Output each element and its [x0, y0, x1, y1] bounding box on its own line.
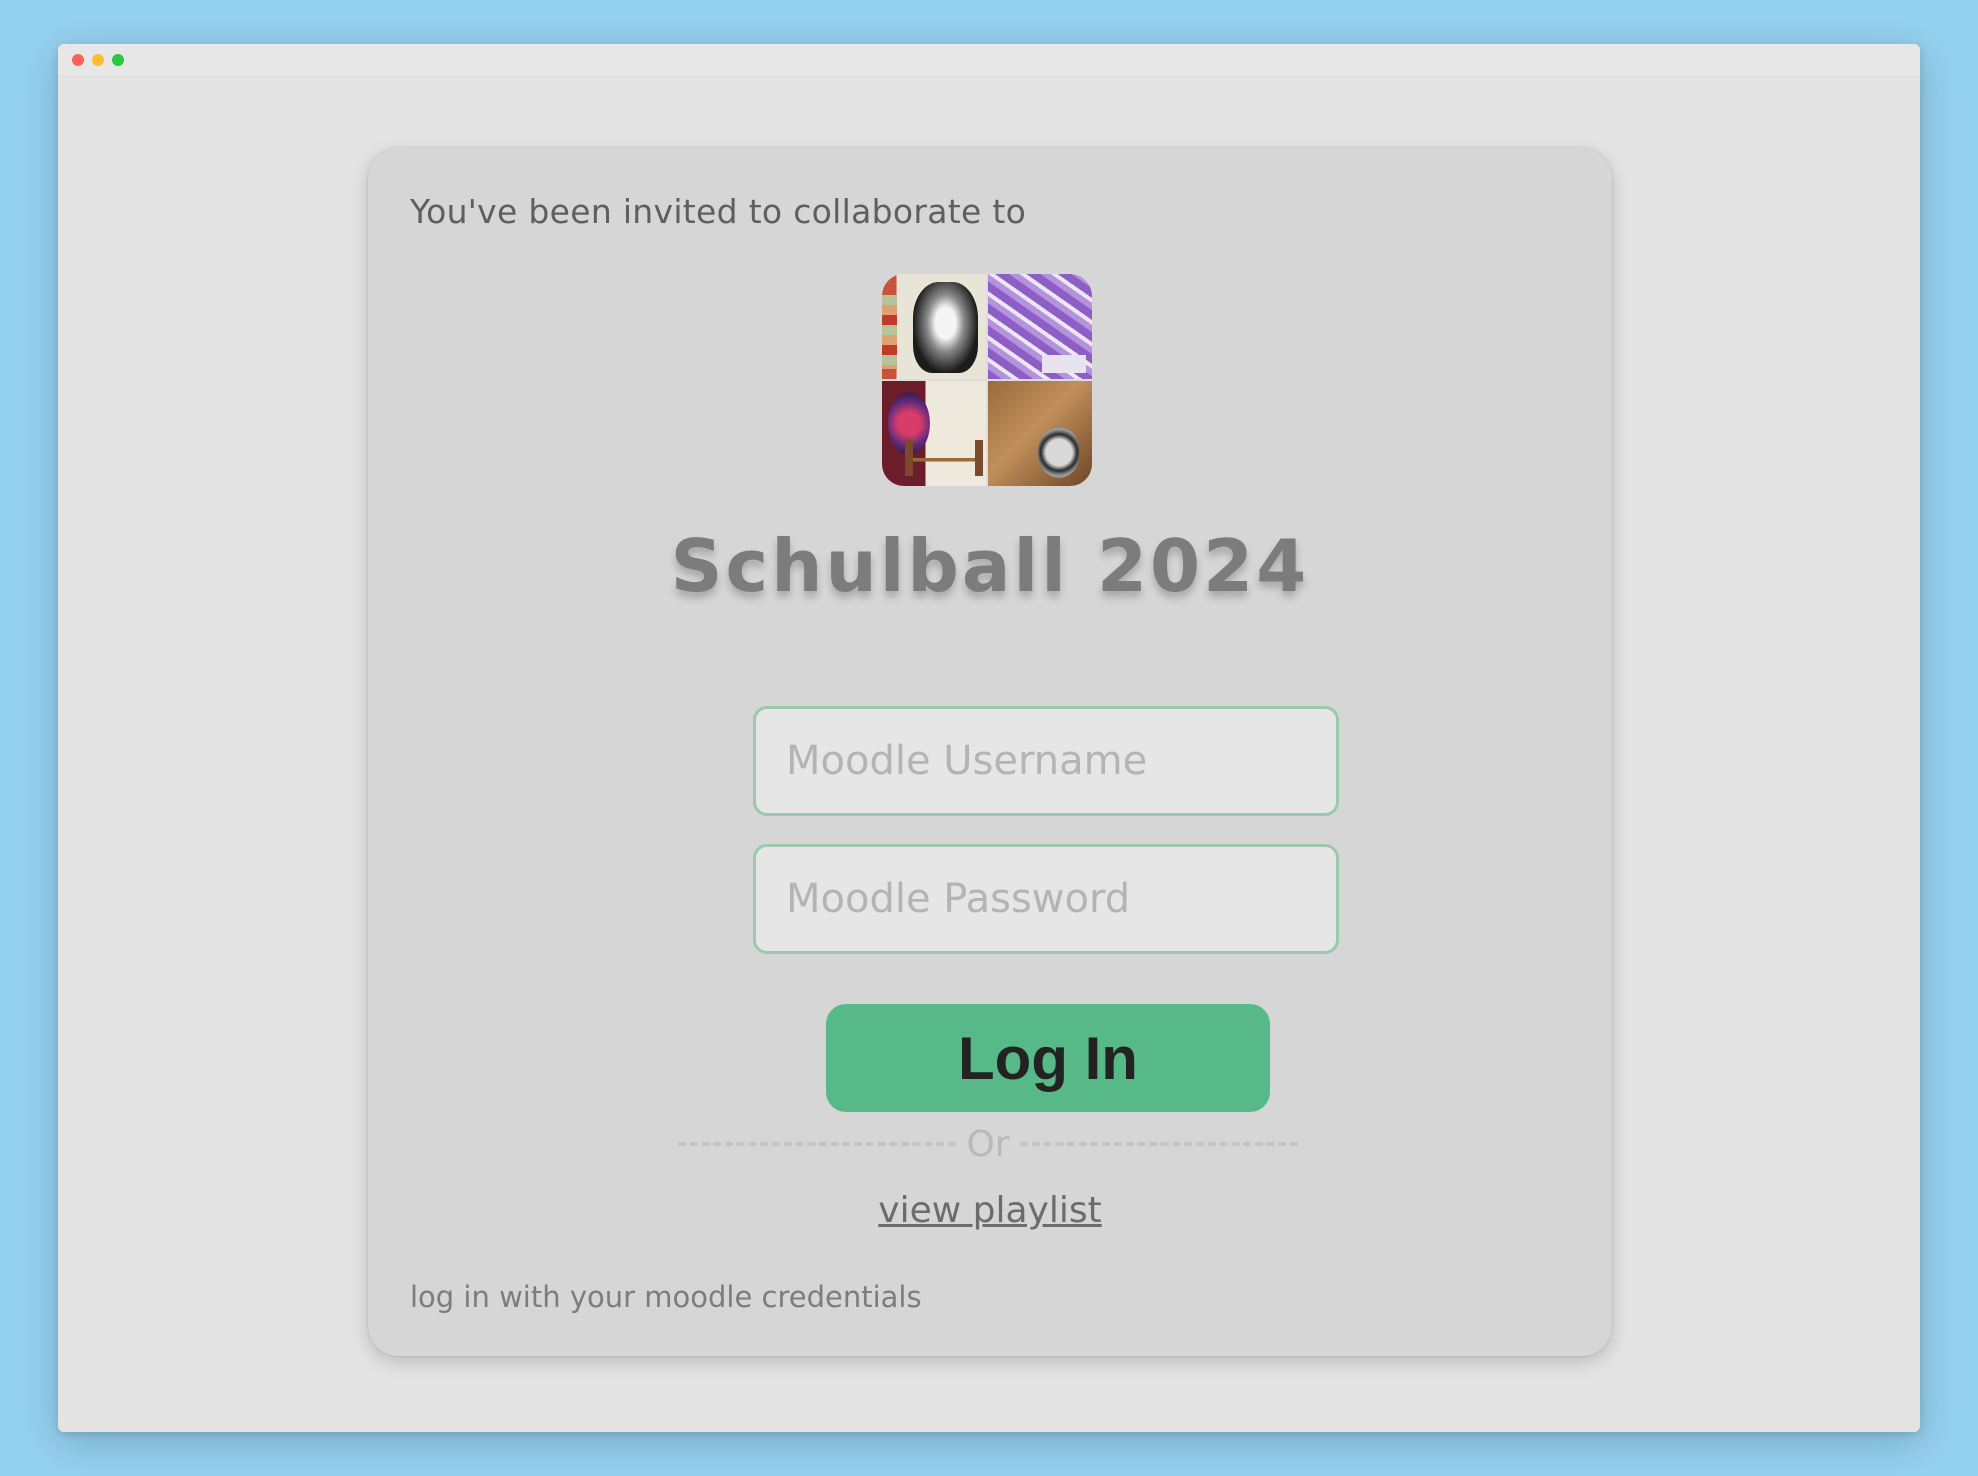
- invite-text: You've been invited to collaborate to: [410, 192, 1027, 231]
- window-titlebar: [58, 44, 1920, 77]
- cover-tile-2: [988, 274, 1092, 379]
- close-window-button[interactable]: [72, 54, 84, 66]
- or-divider: Or: [678, 1114, 1299, 1174]
- cover-tile-1: [882, 274, 986, 379]
- username-input[interactable]: [753, 706, 1339, 816]
- login-button[interactable]: Log In: [826, 1004, 1270, 1112]
- cover-tile-4: [988, 381, 1092, 486]
- credentials-hint: log in with your moodle credentials: [410, 1280, 922, 1314]
- view-playlist-link[interactable]: view playlist: [368, 1190, 1612, 1231]
- password-input[interactable]: [753, 844, 1339, 954]
- divider-line-right: [1019, 1142, 1299, 1146]
- playlist-title: Schulball 2024: [670, 524, 1310, 608]
- cover-tile-3: [882, 381, 986, 486]
- maximize-window-button[interactable]: [112, 54, 124, 66]
- minimize-window-button[interactable]: [92, 54, 104, 66]
- divider-label: Or: [966, 1123, 1010, 1165]
- playlist-cover-image: [882, 274, 1092, 486]
- divider-line-left: [678, 1142, 957, 1146]
- invite-card: You've been invited to collaborate to Sc…: [368, 148, 1612, 1356]
- browser-window: You've been invited to collaborate to Sc…: [58, 44, 1920, 1432]
